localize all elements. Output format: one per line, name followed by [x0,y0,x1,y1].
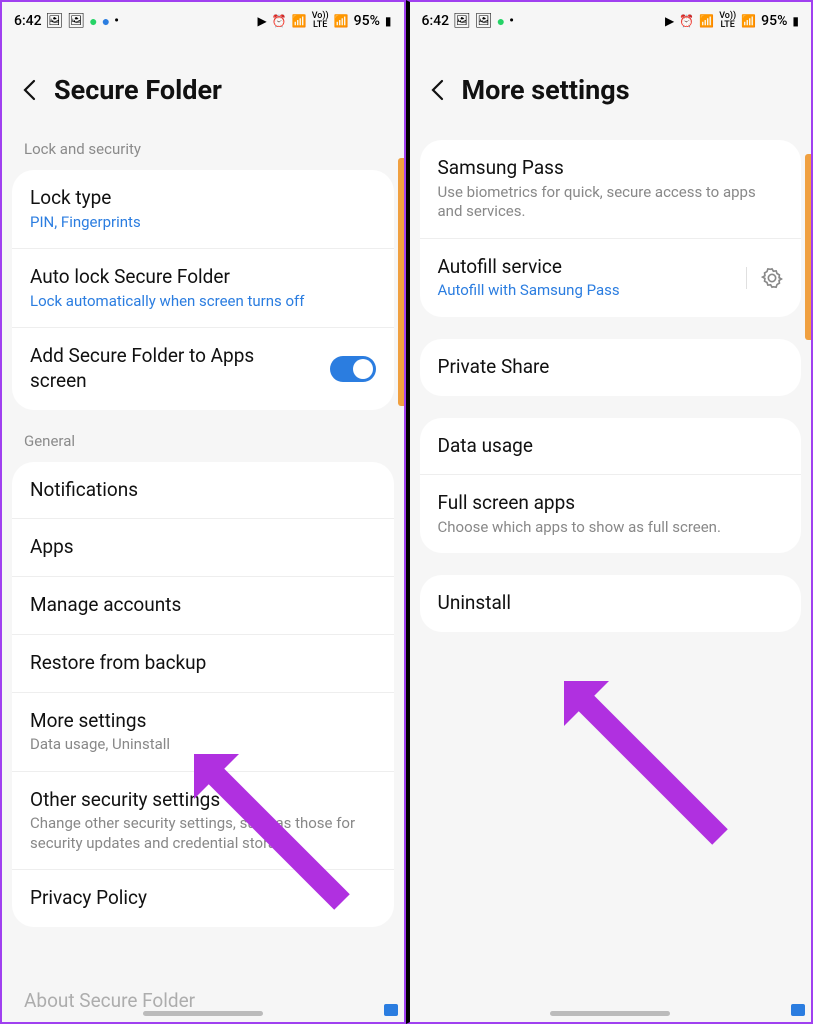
row-private-share[interactable]: Private Share [420,339,802,396]
youtube-icon: ▶ [258,14,267,28]
battery-pct: 95% [761,13,787,29]
row-samsung-pass[interactable]: Samsung Pass Use biometrics for quick, s… [420,140,802,239]
battery-icon: ▮ [792,14,799,28]
battery-pct: 95% [354,13,380,29]
row-fullscreen-apps[interactable]: Full screen apps Choose which apps to sh… [420,475,802,553]
row-notifications[interactable]: Notifications [12,462,394,520]
row-add-to-apps[interactable]: Add Secure Folder to Apps screen [12,328,394,409]
row-other-security[interactable]: Other security settings Change other sec… [12,772,394,871]
row-apps[interactable]: Apps [12,519,394,577]
more-icon: • [114,13,119,29]
card-lock-security: Lock type PIN, Fingerprints Auto lock Se… [12,170,394,410]
more-icon: • [509,13,514,29]
network-type: Vo))LTE [312,12,329,30]
picture-icon: 🖼 [67,13,85,29]
row-lock-type[interactable]: Lock type PIN, Fingerprints [12,170,394,249]
card-uninstall: Uninstall [420,575,802,632]
row-about-cutoff: About Secure Folder [24,989,195,1012]
page-title: Secure Folder [54,74,222,106]
row-more-settings[interactable]: More settings Data usage, Uninstall [12,693,394,772]
status-time: 6:42 [422,13,450,29]
whatsapp-icon: ● [89,13,97,30]
back-icon[interactable] [22,79,36,101]
card-pass-autofill: Samsung Pass Use biometrics for quick, s… [420,140,802,317]
edge-indicator [398,158,404,406]
row-data-usage[interactable]: Data usage [420,418,802,476]
corner-badge [791,1004,805,1016]
whatsapp-icon: ● [497,13,505,30]
card-data-fullscreen: Data usage Full screen apps Choose which… [420,418,802,554]
row-privacy-policy[interactable]: Privacy Policy [12,870,394,927]
picture-icon: 🖼 [475,13,493,29]
wifi-icon: 📶 [699,14,714,28]
youtube-icon: ▶ [665,14,674,28]
app-icon: ● [102,13,110,30]
wifi-icon: 📶 [292,14,307,28]
card-private-share: Private Share [420,339,802,396]
phone-right: 6:42 🖼 🖼 ● • ▶ ⏰ 📶 Vo))LTE 📶 95% ▮ More … [406,0,813,1024]
alarm-icon: ⏰ [272,14,287,28]
edge-indicator [805,154,811,340]
section-label-general: General [2,432,404,462]
annotation-arrow [540,657,730,847]
row-autofill[interactable]: Autofill service Autofill with Samsung P… [420,239,802,317]
status-bar: 6:42 🖼 🖼 ● • ▶ ⏰ 📶 Vo))LTE 📶 95% ▮ [410,2,812,34]
row-manage-accounts[interactable]: Manage accounts [12,577,394,635]
signal-icon: 📶 [741,14,756,28]
network-type: Vo))LTE [719,12,736,30]
page-header: More settings [410,34,812,140]
picture-icon: 🖼 [46,13,64,29]
status-bar: 6:42 🖼 🖼 ● ● • ▶ ⏰ 📶 Vo))LTE 📶 95% ▮ [2,2,404,34]
home-indicator[interactable] [143,1011,263,1016]
toggle-add-to-apps[interactable] [330,356,376,382]
alarm-icon: ⏰ [679,14,694,28]
page-header: Secure Folder [2,34,404,140]
row-restore-backup[interactable]: Restore from backup [12,635,394,693]
picture-icon: 🖼 [453,13,471,29]
gear-icon[interactable] [761,267,783,289]
row-uninstall[interactable]: Uninstall [420,575,802,632]
battery-icon: ▮ [385,14,392,28]
phone-left: 6:42 🖼 🖼 ● ● • ▶ ⏰ 📶 Vo))LTE 📶 95% ▮ Sec… [0,0,406,1024]
card-general: Notifications Apps Manage accounts Resto… [12,462,394,927]
signal-icon: 📶 [334,14,349,28]
status-time: 6:42 [14,13,42,29]
row-auto-lock[interactable]: Auto lock Secure Folder Lock automatical… [12,249,394,328]
back-icon[interactable] [430,79,444,101]
section-label-lock: Lock and security [2,140,404,170]
corner-badge [384,1004,398,1016]
home-indicator[interactable] [550,1011,670,1016]
page-title: More settings [462,74,630,106]
